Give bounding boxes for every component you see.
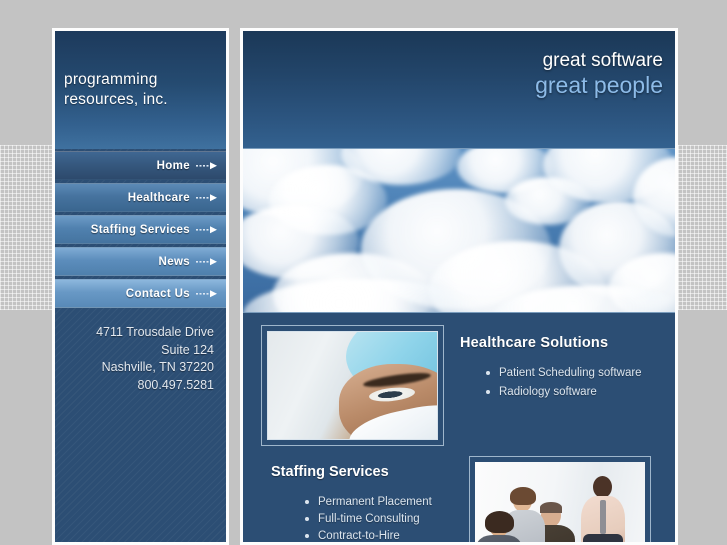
background-dot-pattern-left bbox=[0, 145, 52, 310]
hero-sky-image bbox=[243, 148, 675, 313]
main-navigation: Home Healthcare Staffing Services News C… bbox=[55, 149, 226, 308]
nav-item-healthcare[interactable]: Healthcare bbox=[55, 183, 226, 212]
healthcare-photo-frame bbox=[261, 325, 444, 446]
tagline-line-1: great software bbox=[542, 50, 663, 71]
sidebar: programming resources, inc. Home Healthc… bbox=[55, 31, 226, 542]
nav-item-news[interactable]: News bbox=[55, 247, 226, 276]
address-line-street: 4711 Trousdale Drive bbox=[96, 325, 214, 339]
nav-label-contact-us: Contact Us bbox=[125, 287, 190, 300]
address-line-city-state-zip: Nashville, TN 37220 bbox=[101, 360, 214, 374]
dotted-arrow-icon bbox=[196, 225, 218, 234]
nav-item-staffing-services[interactable]: Staffing Services bbox=[55, 215, 226, 244]
logo-line-2: resources, inc. bbox=[64, 91, 168, 108]
logo-text: programming resources, inc. bbox=[64, 70, 168, 110]
tagline: great software great people bbox=[535, 50, 663, 98]
healthcare-heading: Healthcare Solutions bbox=[460, 335, 609, 351]
site-logo[interactable]: programming resources, inc. bbox=[55, 31, 226, 149]
content-body: Healthcare Solutions Patient Scheduling … bbox=[243, 313, 675, 542]
logo-line-1: programming bbox=[64, 71, 158, 88]
tagline-line-2: great people bbox=[535, 71, 663, 98]
healthcare-bullet-list: Patient Scheduling software Radiology so… bbox=[460, 365, 661, 400]
background-dot-pattern-right bbox=[678, 145, 727, 310]
healthcare-section: Healthcare Solutions Patient Scheduling … bbox=[243, 313, 675, 446]
content-panel: great software great people Healthcare S… bbox=[243, 31, 675, 542]
address-phone: 800.497.5281 bbox=[137, 377, 214, 392]
dotted-arrow-icon bbox=[196, 289, 218, 298]
nav-label-healthcare: Healthcare bbox=[127, 191, 190, 204]
dotted-arrow-icon bbox=[196, 193, 218, 202]
sidebar-frame: programming resources, inc. Home Healthc… bbox=[52, 28, 229, 545]
business-team-photo bbox=[475, 462, 645, 542]
nav-label-news: News bbox=[158, 255, 190, 268]
nav-label-staffing-services: Staffing Services bbox=[90, 223, 190, 236]
nav-label-home: Home bbox=[156, 159, 190, 172]
healthcare-text: Healthcare Solutions Patient Scheduling … bbox=[444, 313, 675, 402]
contact-address: 4711 Trousdale Drive Suite 124 Nashville… bbox=[55, 311, 226, 394]
list-item: Radiology software bbox=[486, 384, 661, 401]
header-banner: great software great people bbox=[243, 31, 675, 148]
address-line-suite: Suite 124 bbox=[161, 342, 214, 357]
dotted-arrow-icon bbox=[196, 161, 218, 170]
dotted-arrow-icon bbox=[196, 257, 218, 266]
content-frame: great software great people Healthcare S… bbox=[240, 28, 678, 545]
page-root: programming resources, inc. Home Healthc… bbox=[0, 0, 727, 545]
list-item: Patient Scheduling software bbox=[486, 365, 661, 382]
nav-item-home[interactable]: Home bbox=[55, 151, 226, 180]
nav-item-contact-us[interactable]: Contact Us bbox=[55, 279, 226, 308]
staffing-photo-frame bbox=[469, 456, 651, 542]
surgeon-in-mask-photo bbox=[267, 331, 438, 440]
